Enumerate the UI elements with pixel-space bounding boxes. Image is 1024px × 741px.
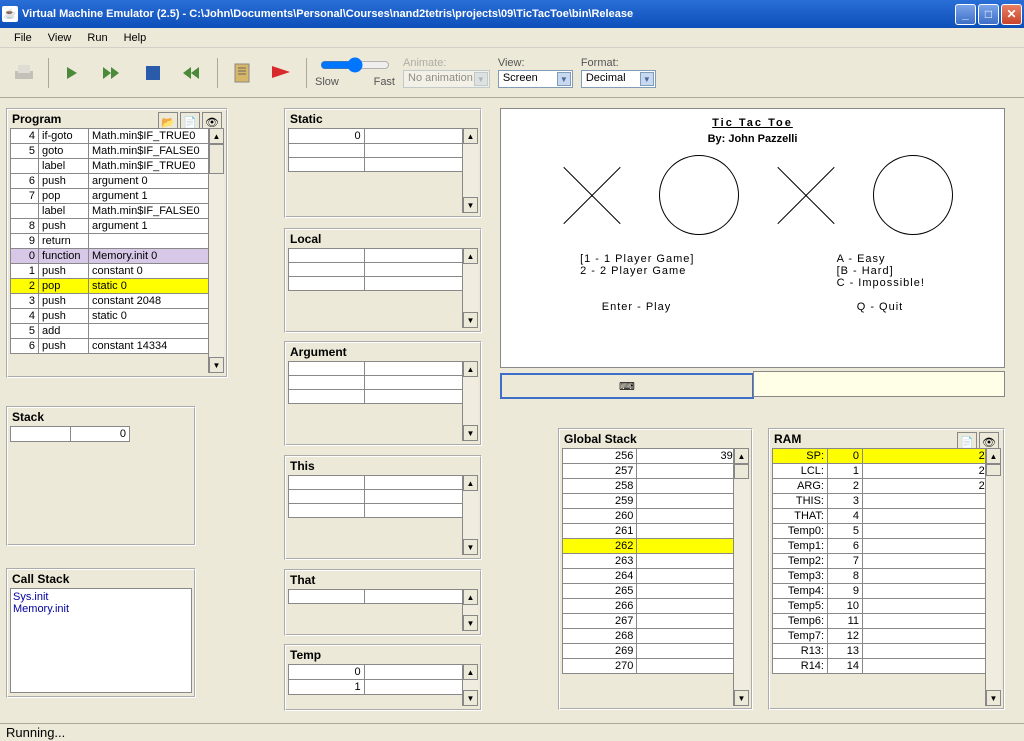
x-shape <box>552 155 632 235</box>
static-panel: Static 00▲▼ <box>284 108 482 218</box>
speed-slider[interactable] <box>320 57 390 73</box>
callstack-list[interactable]: Sys.initMemory.init <box>10 588 192 693</box>
window-title: Virtual Machine Emulator (2.5) - C:\John… <box>22 8 955 20</box>
program-scrollbar[interactable]: ▲▼ <box>208 128 224 373</box>
program-table[interactable]: 4if-gotoMath.min$IF_TRUE05gotoMath.min$I… <box>10 128 224 354</box>
this-table <box>288 475 478 518</box>
argument-table <box>288 361 478 404</box>
menu-file[interactable]: File <box>6 30 40 46</box>
this-panel: This ▲▼ <box>284 455 482 560</box>
minimize-button[interactable]: _ <box>955 4 976 25</box>
maximize-button[interactable]: □ <box>978 4 999 25</box>
stack-table: 0 <box>10 426 130 442</box>
menu-run[interactable]: Run <box>79 30 115 46</box>
step-button[interactable] <box>57 57 89 89</box>
x-shape <box>766 155 846 235</box>
callstack-panel: Call Stack Sys.initMemory.init <box>6 568 196 698</box>
that-panel: That ▲▼ <box>284 569 482 636</box>
keyboard-output <box>753 371 1005 397</box>
keyboard-input[interactable]: ⌨ <box>500 373 754 399</box>
title-bar: ☕ Virtual Machine Emulator (2.5) - C:\Jo… <box>0 0 1024 28</box>
script-button[interactable] <box>226 57 258 89</box>
rewind-button[interactable] <box>177 57 209 89</box>
argument-panel: Argument ▲▼ <box>284 341 482 446</box>
screen-display: Tic Tac Toe By: John Pazzelli [1 - 1 Pla… <box>500 108 1005 368</box>
status-bar: Running... <box>0 723 1024 741</box>
that-table <box>288 589 478 604</box>
temp-panel: Temp 0010▲▼ <box>284 644 482 711</box>
ram-table[interactable]: SP:0262LCL:1261ARG:2256THIS:30THAT:40Tem… <box>772 448 1001 674</box>
java-icon: ☕ <box>2 6 18 22</box>
format-dropdown[interactable]: Decimal▼ <box>581 70 656 88</box>
print-button[interactable] <box>8 57 40 89</box>
local-table <box>288 248 478 291</box>
program-panel: Program 📂 📄 👁 4if-gotoMath.min$IF_TRUE05… <box>6 108 228 378</box>
menu-help[interactable]: Help <box>116 30 155 46</box>
toolbar: SlowFast Animate: No animation▼ View: Sc… <box>0 48 1024 98</box>
menu-view[interactable]: View <box>40 30 80 46</box>
animate-dropdown[interactable]: No animation▼ <box>403 70 490 88</box>
globalstack-panel: Global Stack 256395825702580259026002610… <box>558 428 753 710</box>
temp-table: 0010 <box>288 664 478 695</box>
o-shape <box>659 155 739 235</box>
stack-panel: Stack 0 <box>6 406 196 546</box>
stop-button[interactable] <box>137 57 169 89</box>
local-panel: Local ▲▼ <box>284 228 482 333</box>
breakpoint-button[interactable] <box>266 57 298 89</box>
globalstack-table[interactable]: 2563958257025802590260026102620263026402… <box>562 448 749 674</box>
ram-panel: RAM 📄 👁 SP:0262LCL:1261ARG:2256THIS:30TH… <box>768 428 1005 710</box>
close-button[interactable]: ✕ <box>1001 4 1022 25</box>
view-dropdown[interactable]: Screen▼ <box>498 70 573 88</box>
menu-bar: File View Run Help <box>0 28 1024 48</box>
fast-forward-button[interactable] <box>97 57 129 89</box>
static-table: 00 <box>288 128 478 172</box>
o-shape <box>873 155 953 235</box>
